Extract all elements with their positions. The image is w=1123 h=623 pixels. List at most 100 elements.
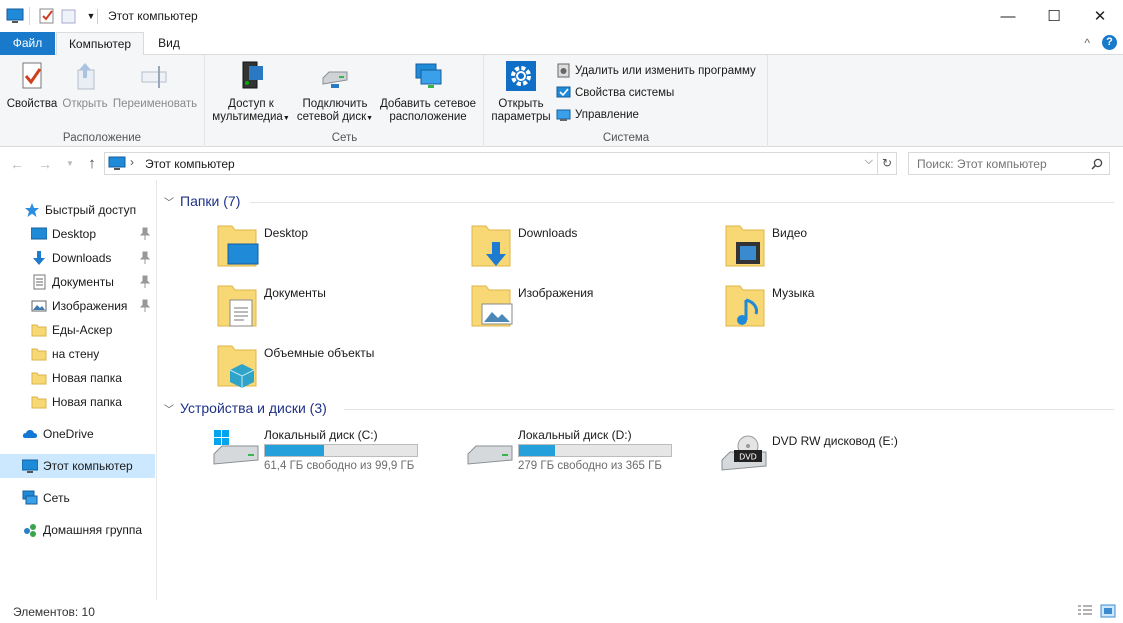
window-title: Этот компьютер [108,9,198,23]
tab-view[interactable]: Вид [144,32,194,55]
search-icon[interactable] [1091,158,1103,170]
maximize-button[interactable]: ☐ [1031,0,1077,32]
pictures-icon [31,300,47,312]
refresh-button[interactable]: ↻ [878,152,897,175]
open-settings-button[interactable]: Открыть параметры [488,60,554,124]
nav-desktop-label: Desktop [52,227,97,241]
search-box[interactable] [908,152,1110,175]
folder-label: Downloads [518,226,578,240]
drive-e-dvd[interactable]: DVD DVD RW дисковод (E:) [720,432,960,482]
devices-section-header[interactable]: ﹀ Устройства и диски (3) [164,400,327,416]
new-folder-icon[interactable] [60,7,78,25]
folder-icon [31,372,47,385]
nav-folder-na-stenu[interactable]: на стену [0,342,155,366]
folders-section-header[interactable]: ﹀ Папки (7) [164,193,240,209]
add-location-label-2: расположение [389,111,467,123]
recent-locations-chevron-icon[interactable]: ▼ [61,155,79,173]
folder-3d-objects[interactable]: Объемные объекты [216,342,456,398]
pin-icon[interactable] [139,299,151,313]
drive-name: Локальный диск (D:) [518,428,632,442]
back-arrow-icon[interactable]: ← [8,155,26,173]
breadcrumb-this-pc[interactable]: Этот компьютер [145,157,235,171]
computer-icon [22,459,38,473]
minimize-button[interactable]: — [985,0,1031,32]
pin-icon[interactable] [139,275,151,289]
open-label: Открыть [62,98,108,110]
nav-quick-access-label: Быстрый доступ [45,203,137,217]
nav-desktop[interactable]: Desktop [0,222,155,246]
rename-icon [141,66,167,88]
navigation-pane: Быстрый доступ Desktop Downloads Докумен… [0,180,157,600]
system-properties-icon [556,86,571,98]
folder-documents[interactable]: Документы [216,282,456,338]
section-divider [250,202,1114,203]
breadcrumb-separator[interactable]: › [130,155,134,169]
nav-documents-label: Документы [52,275,114,289]
tab-computer[interactable]: Компьютер [56,32,144,56]
folder-downloads[interactable]: Downloads [470,222,710,278]
download-arrow-icon [33,251,45,265]
nav-folder-new-1[interactable]: Новая папка [0,366,155,390]
ribbon-group-location-label: Расположение [62,132,142,144]
nav-this-pc[interactable]: Этот компьютер [0,454,155,478]
ribbon: Свойства Открыть Переименовать Расположе… [0,55,1123,147]
nav-onedrive[interactable]: OneDrive [0,422,155,446]
folder-label: Документы [264,286,326,300]
drive-d[interactable]: Локальный диск (D:) 279 ГБ свободно из 3… [466,426,706,476]
system-properties-button[interactable]: Свойства системы [556,85,674,100]
nav-documents[interactable]: Документы [0,270,155,294]
address-dropdown-icon[interactable]: ⌵ [865,155,873,168]
nav-homegroup[interactable]: Домашняя группа [0,518,155,542]
help-icon[interactable]: ? [1102,35,1117,50]
large-icons-view-icon[interactable] [1100,604,1116,618]
nav-network[interactable]: Сеть [0,486,155,510]
up-arrow-icon[interactable]: ↑ [83,155,101,173]
nav-folder-new-2[interactable]: Новая папка [0,390,155,414]
manage-icon [556,109,571,121]
nav-folder-label: Новая папка [52,395,122,409]
properties-icon [22,62,42,89]
computer-icon[interactable] [6,7,24,25]
tab-file[interactable]: Файл [0,32,55,55]
network-icon [22,490,38,505]
map-network-drive-button[interactable]: Подключить сетевой диск▼ [294,60,376,125]
properties-button[interactable]: Свойства [6,60,58,111]
ribbon-group-location: Свойства Открыть Переименовать Расположе… [0,55,205,147]
folder-video[interactable]: Видео [724,222,964,278]
uninstall-program-button[interactable]: Удалить или изменить программу [556,63,756,78]
folder-desktop[interactable]: Desktop [216,222,456,278]
forward-arrow-icon[interactable]: → [36,155,54,173]
folder-pictures[interactable]: Изображения [470,282,710,338]
search-input[interactable] [917,156,1087,171]
address-bar[interactable]: › Этот компьютер ⌵ [104,152,878,175]
pin-icon[interactable] [139,251,151,265]
nav-folder-edy-asker[interactable]: Еды-Аскер [0,318,155,342]
open-button[interactable]: Открыть [59,60,111,111]
add-network-location-button[interactable]: Добавить сетевое расположение [378,60,478,124]
drive-c[interactable]: Локальный диск (C:) 61,4 ГБ свободно из … [212,426,452,476]
dvd-drive-icon: DVD [721,435,767,471]
chevron-down-icon[interactable]: ﹀ [164,194,174,209]
nav-folder-label: на стену [52,347,100,361]
nav-quick-access[interactable]: Быстрый доступ [0,198,155,222]
media-access-label-1: Доступ к [228,98,274,110]
details-view-icon[interactable] [1077,604,1093,618]
document-icon [33,274,46,290]
media-access-button[interactable]: Доступ к мультимедиа▼ [210,60,292,125]
folder-music[interactable]: Музыка [724,282,964,338]
pin-icon[interactable] [139,227,151,241]
nav-pictures[interactable]: Изображения [0,294,155,318]
nav-folder-label: Еды-Аскер [52,323,113,337]
open-settings-label-2: параметры [491,111,551,123]
chevron-down-icon[interactable]: ﹀ [164,401,174,416]
computer-icon [108,156,126,170]
manage-button[interactable]: Управление [556,107,639,122]
close-button[interactable]: ✕ [1077,0,1123,32]
music-folder-icon [725,285,765,327]
nav-downloads[interactable]: Downloads [0,246,155,270]
rename-button[interactable]: Переименовать [111,60,199,111]
ribbon-collapse-icon[interactable]: ^ [1084,36,1090,50]
properties-check-icon[interactable] [38,7,56,25]
3d-objects-folder-icon [217,345,257,388]
status-bar: Элементов: 10 [0,600,1123,623]
